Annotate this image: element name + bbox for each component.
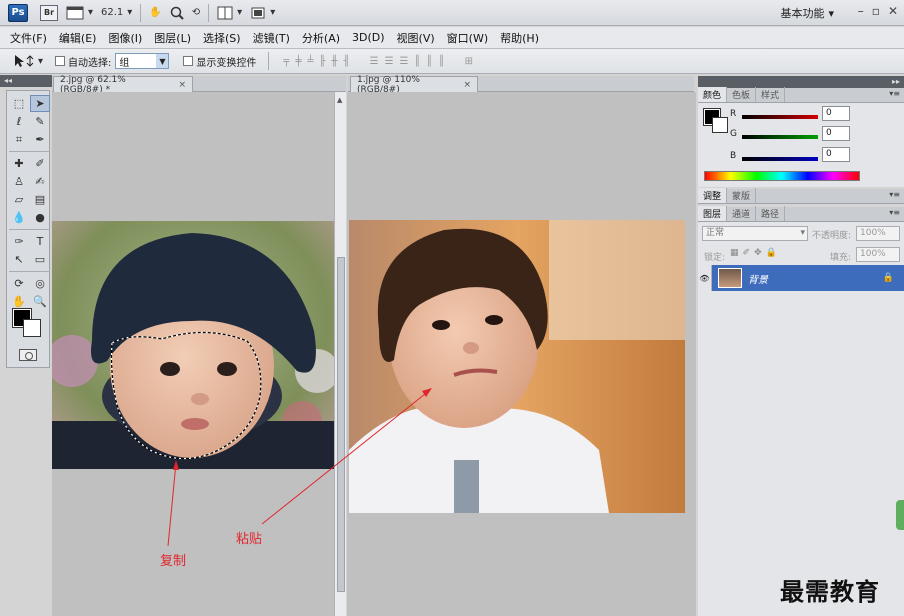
tab-layers[interactable]: 图层 [698,206,728,221]
visibility-eye-icon[interactable]: 👁 [698,265,712,291]
color-panel-background[interactable] [712,117,728,133]
color-spectrum-bar[interactable] [704,171,860,181]
red-channel-row: R [730,109,740,119]
fill-input[interactable]: 100% [856,247,900,262]
copy-annotation: 复制 [160,554,187,569]
green-label: G [730,129,737,139]
opacity-label: 不透明度: [812,231,852,241]
green-channel-row: G [730,129,740,139]
color-panel-tabs: 颜色 色板 样式 ▾≡ [698,87,904,103]
tab-styles[interactable]: 样式 [756,87,786,102]
blue-slider[interactable] [742,157,818,161]
blue-label: B [730,151,737,161]
red-value-input[interactable]: 0 [822,106,850,121]
layer-name: 背景 [748,274,768,286]
tab-channels[interactable]: 通道 [727,206,757,221]
panel-menu-icon[interactable]: ▾≡ [889,208,900,217]
paste-annotation: 粘贴 [236,532,263,547]
red-slider[interactable] [742,115,818,119]
opacity-input[interactable]: 100% [856,226,900,241]
chevron-down-icon: ▾ [800,228,805,238]
layers-panel-tabs: 图层 通道 路径 ▾≡ [698,206,904,222]
blue-value-input[interactable]: 0 [822,147,850,162]
layer-row-background[interactable]: 👁 背景 🔒 [698,265,904,291]
color-panel: R 0 G 0 B 0 [698,103,904,187]
paste-arrow [261,389,431,525]
lock-label: 锁定: [704,253,726,263]
blue-channel-row: B [730,151,740,161]
panel-menu-icon[interactable]: ▾≡ [889,190,900,199]
green-slider[interactable] [742,135,818,139]
tab-adjustments[interactable]: 调整 [698,188,728,203]
tab-swatches[interactable]: 色板 [727,87,757,102]
layers-panel: 正常 ▾ 不透明度: 100% 锁定: ▦ ✐ ✥ 🔒 填充: 100% 👁 背… [698,222,904,616]
tab-paths[interactable]: 路径 [756,206,786,221]
blend-mode-value: 正常 [706,228,725,238]
red-label: R [730,109,737,119]
tab-color[interactable]: 颜色 [698,87,728,102]
watermark-text: 最需教育 [780,577,880,606]
layer-thumbnail [718,268,742,288]
lock-transparency-icon[interactable]: ▦ [730,248,739,258]
blend-mode-dropdown[interactable]: 正常 ▾ [702,226,808,241]
copy-arrowhead [173,460,179,470]
lock-position-icon[interactable]: ✥ [754,248,762,258]
lock-all-icon[interactable]: 🔒 [766,248,777,258]
lock-pixels-icon[interactable]: ✐ [743,248,751,258]
fill-label: 填充: [830,253,852,263]
tab-masks[interactable]: 蒙版 [727,188,757,203]
lock-icon: 🔒 [882,273,894,283]
copy-arrow [167,462,177,547]
panel-menu-icon[interactable]: ▾≡ [889,89,900,98]
side-widget[interactable] [896,500,904,530]
lock-buttons: ▦ ✐ ✥ 🔒 [730,248,777,258]
adjust-panel-tabs: 调整 蒙版 ▾≡ [698,188,904,204]
green-value-input[interactable]: 0 [822,126,850,141]
